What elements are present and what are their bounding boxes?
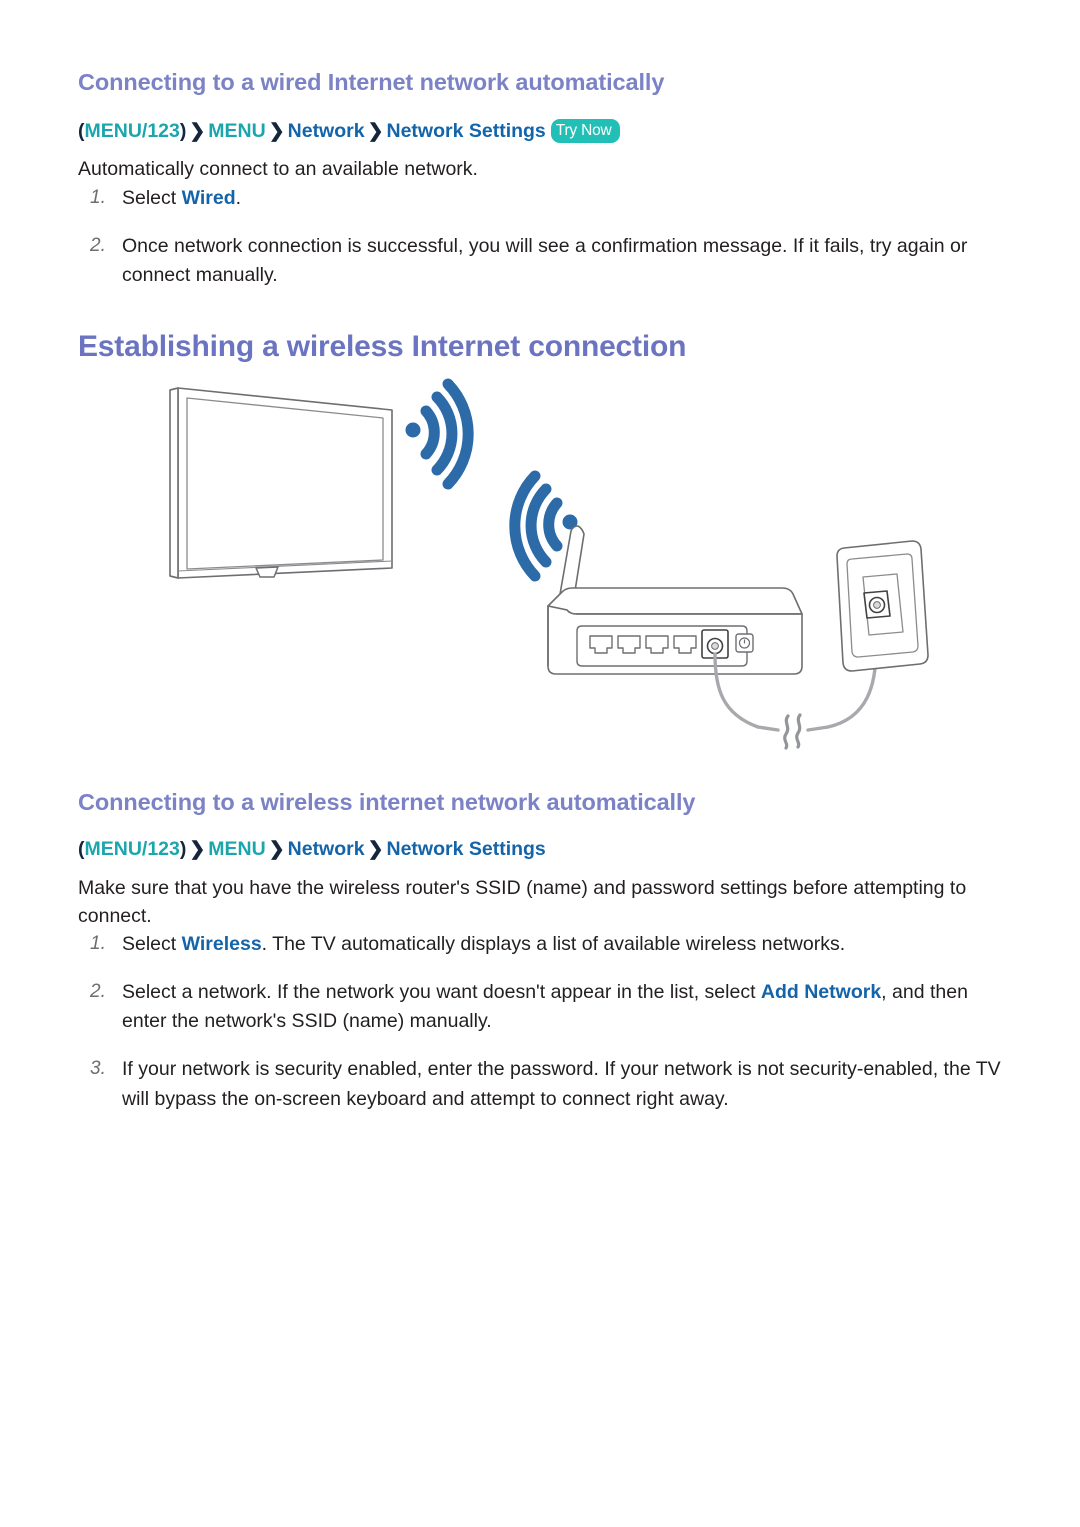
breadcrumb-menu123[interactable]: MENU/123 bbox=[85, 120, 180, 142]
breadcrumb-menu123[interactable]: MENU/123 bbox=[85, 838, 180, 860]
chevron-right-icon: ❯ bbox=[268, 839, 285, 860]
list-item: 2. Select a network. If the network you … bbox=[78, 978, 1008, 1037]
wired-steps-list: 1. Select Wired. 2. Once network connect… bbox=[78, 184, 1008, 291]
breadcrumb-menu[interactable]: MENU bbox=[208, 838, 265, 860]
wired-section-heading: Connecting to a wired Internet network a… bbox=[78, 69, 665, 95]
step-text-part: . bbox=[235, 187, 242, 209]
wireless-intro-text: Make sure that you have the wireless rou… bbox=[78, 877, 967, 928]
wireless-steps-list: 1. Select Wireless. The TV automatically… bbox=[78, 930, 1008, 1114]
step-text: If your network is security enabled, ent… bbox=[122, 1057, 1001, 1110]
step-number: 2. bbox=[90, 234, 106, 256]
page-title: Establishing a wireless Internet connect… bbox=[78, 330, 687, 363]
step-number: 2. bbox=[90, 980, 106, 1002]
wifi-waves-from-tv-icon bbox=[405, 378, 474, 490]
tv-stand-notch bbox=[255, 566, 279, 578]
chevron-right-icon: ❯ bbox=[268, 121, 285, 142]
wired-intro-text: Automatically connect to an available ne… bbox=[78, 158, 478, 180]
chevron-right-icon: ❯ bbox=[367, 121, 384, 142]
step-text-part: Select a network. If the network you wan… bbox=[122, 980, 761, 1003]
try-now-badge[interactable]: Try Now bbox=[550, 119, 620, 144]
wall-outlet-jack bbox=[863, 590, 891, 619]
cable-break-symbol-icon bbox=[783, 713, 802, 750]
router-power-jack-icon bbox=[735, 633, 754, 653]
chevron-right-icon: ❯ bbox=[189, 839, 206, 860]
list-item: 1. Select Wireless. The TV automatically… bbox=[78, 930, 1008, 960]
step-text-part: Select bbox=[122, 933, 182, 955]
breadcrumb-menu[interactable]: MENU bbox=[208, 120, 265, 142]
chevron-right-icon: ❯ bbox=[189, 121, 206, 142]
step-highlight-wired[interactable]: Wired bbox=[182, 187, 236, 209]
wireless-connection-illustration bbox=[130, 378, 950, 768]
step-text: Select Wired. bbox=[122, 187, 241, 209]
television-icon bbox=[169, 387, 393, 579]
step-text: Select Wireless. The TV automatically di… bbox=[122, 933, 845, 955]
breadcrumb-network-settings[interactable]: Network Settings bbox=[387, 120, 546, 142]
wired-breadcrumb: (MENU/123) ❯ MENU ❯ Network ❯ Network Settings… bbox=[78, 119, 620, 145]
wireless-section-heading: Connecting to a wireless internet networ… bbox=[78, 789, 696, 815]
breadcrumb-network-settings[interactable]: Network Settings bbox=[387, 838, 546, 860]
step-highlight-wireless[interactable]: Wireless bbox=[182, 933, 262, 955]
chevron-right-icon: ❯ bbox=[367, 839, 384, 860]
list-item: 3. If your network is security enabled, … bbox=[78, 1055, 1008, 1114]
wireless-breadcrumb: (MENU/123) ❯ MENU ❯ Network ❯ Network Settings bbox=[78, 837, 546, 862]
step-number: 1. bbox=[90, 187, 106, 208]
manual-page: Connecting to a wired Internet network a… bbox=[0, 0, 1080, 1527]
list-item: 1. Select Wired. bbox=[78, 184, 1008, 214]
step-number: 3. bbox=[90, 1057, 106, 1079]
step-text-part: Select bbox=[122, 187, 182, 209]
breadcrumb-network[interactable]: Network bbox=[288, 838, 365, 860]
step-text: Once network connection is successful, y… bbox=[122, 234, 968, 287]
list-item: 2. Once network connection is successful… bbox=[78, 232, 1008, 291]
step-text: Select a network. If the network you wan… bbox=[122, 981, 968, 1033]
breadcrumb-network[interactable]: Network bbox=[288, 120, 365, 142]
step-number: 1. bbox=[90, 933, 106, 954]
step-highlight-add-network[interactable]: Add Network bbox=[761, 981, 881, 1003]
step-text-part: . The TV automatically displays a list o… bbox=[261, 933, 846, 955]
